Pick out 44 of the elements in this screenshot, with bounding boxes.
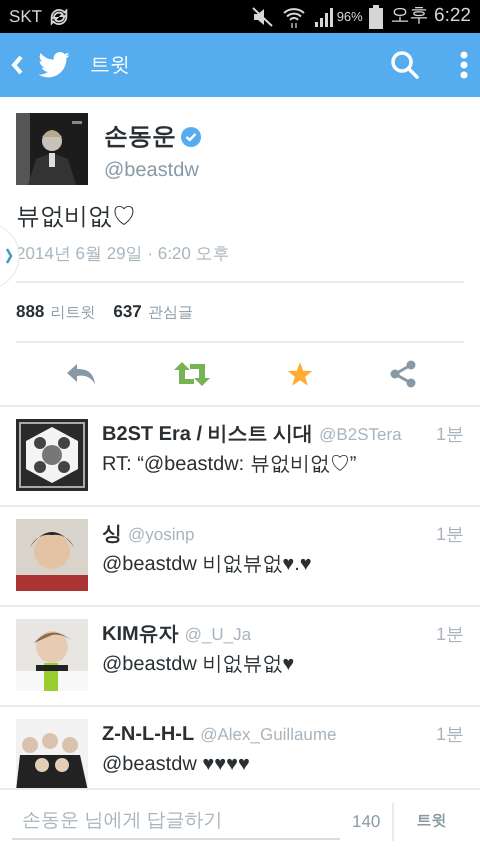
- battery-icon: [368, 4, 383, 28]
- sync-icon: [48, 6, 70, 28]
- back-button[interactable]: [10, 53, 24, 77]
- reply-text: @beastdw ♥♥♥♥: [102, 752, 251, 776]
- time-ago: 1분: [436, 622, 464, 646]
- user-name: 싱: [102, 522, 122, 546]
- user-name: KIM유자: [102, 622, 179, 646]
- tweet-text: 뷰없비없♡: [16, 202, 137, 232]
- wifi-icon: [282, 6, 306, 28]
- more-button[interactable]: [460, 51, 468, 79]
- time-ago: 1분: [436, 522, 464, 546]
- reply-button[interactable]: [64, 362, 96, 386]
- user-handle: @_U_Ja: [184, 624, 252, 646]
- user-handle: @B2STera: [319, 424, 402, 446]
- screen-title: 트윗: [90, 53, 130, 78]
- user-handle: @beastdw: [104, 158, 200, 183]
- reply-text: @beastdw 비없뷰없♥: [102, 652, 296, 676]
- clock: 오후 6:22: [390, 4, 471, 28]
- search-button[interactable]: [390, 50, 420, 80]
- share-button[interactable]: [390, 360, 416, 388]
- battery-percent: 96%: [336, 8, 363, 26]
- user-name: 손동운: [104, 122, 176, 152]
- star-button[interactable]: [286, 360, 312, 386]
- character-counter: 140: [352, 810, 380, 833]
- reply-text: RT: “@beastdw: 뷰없비없♡”: [102, 452, 358, 476]
- time-ago: 1분: [436, 422, 464, 446]
- tweet-date: 2014년 6월 29일 · 6:20 오후: [16, 243, 231, 265]
- user-name: B2ST Era / 비스트 시대: [102, 422, 314, 446]
- reply-text: @beastdw 비없뷰없♥.♥: [102, 552, 313, 576]
- stat-count: 888: [16, 300, 44, 323]
- carrier-name: SKT: [9, 6, 42, 28]
- stat-label: 리트윗: [50, 302, 96, 323]
- stat-count: 637: [113, 300, 142, 323]
- bird-icon: [38, 52, 70, 78]
- retweet-button[interactable]: [174, 362, 210, 386]
- signal-icon: [314, 6, 334, 26]
- reply-field[interactable]: 손동운 님에게 답글하기: [12, 804, 340, 840]
- user-name: Z-N-L-H-L: [102, 722, 194, 746]
- time-ago: 1분: [436, 722, 464, 746]
- tweet-button[interactable]: 트윗: [416, 810, 446, 833]
- user-handle: @yosinp: [128, 524, 194, 546]
- mute-icon: [252, 6, 274, 26]
- user-handle: @Alex_Guillaume: [200, 724, 337, 746]
- stat-label: 관심글: [148, 302, 193, 323]
